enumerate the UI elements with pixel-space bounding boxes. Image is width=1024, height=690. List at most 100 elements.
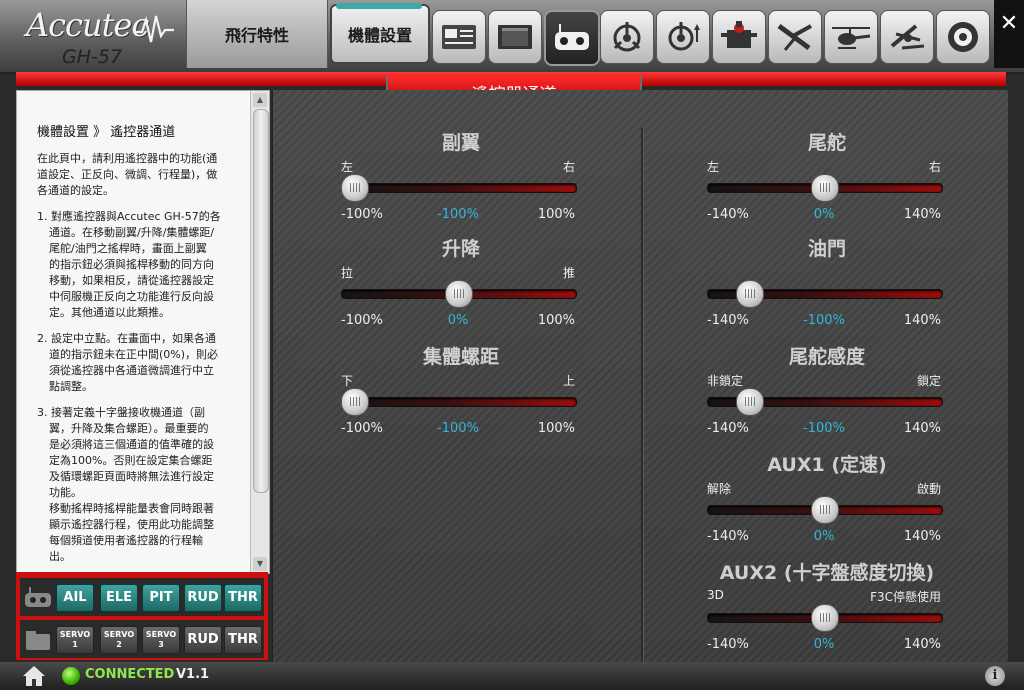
help-line: 各通道的設定。 (37, 184, 114, 197)
scroll-thumb[interactable] (253, 109, 269, 493)
scroll-up-icon[interactable]: ▲ (253, 93, 267, 107)
right-label: 右 (562, 160, 575, 174)
accutec-logo: Accutec GH-57 (10, 4, 180, 68)
max-value: 100% (537, 421, 575, 436)
right-label: 上 (562, 374, 575, 388)
servo-icon[interactable] (712, 10, 766, 64)
output-button-servo1[interactable]: SERVO 1 (56, 626, 94, 654)
control-aux1: AUX1 (定速) 解除 啟動 -140% 0% 140% (707, 450, 947, 550)
output-button-label: THR (228, 632, 258, 647)
output-button-number: 1 (72, 640, 78, 649)
max-value: 140% (903, 313, 941, 328)
connection-indicator (62, 667, 80, 685)
right-label: 右 (928, 160, 941, 174)
left-label: 下 (341, 374, 354, 388)
slider-knob[interactable] (445, 280, 473, 308)
help-item-1: 1. 對應遙控器與Accutec GH-57的各 通道。在移動副翼/升降/集體螺距… (37, 209, 247, 321)
screen-icon[interactable] (488, 10, 542, 64)
tab-body-setup-label: 機體設置 (347, 26, 412, 45)
transmitter-icon[interactable] (544, 10, 600, 66)
control-gyro-gain: 尾舵感度 非鎖定 鎖定 -140% -100% 140% (707, 342, 947, 442)
right-label: F3C停懸使用 (870, 590, 941, 604)
monitor-card-icon[interactable] (432, 10, 486, 64)
help-item-2: 2. 設定中立點。在畫面中，如果各通 道的指示鈕未在正中間(0%)，則必 須從遙控器… (37, 331, 247, 395)
help-panel: 機體設置 》 遙控器通道 在此頁中，請利用遙控器中的功能(通 道設定、正反向、微調… (16, 90, 270, 574)
help-line: 每個頻道使用者遙控器的行程輸 (49, 534, 203, 547)
swash-limit-icon[interactable] (656, 10, 710, 64)
help-line: 及循環螺距頁面時將無法進行設定 (49, 470, 214, 483)
channel-button-ail[interactable]: AIL (56, 584, 94, 612)
control-throttle: 油門 -140% -100% 140% (707, 234, 947, 334)
control-title: AUX1 (定速) (767, 454, 887, 476)
slider-knob[interactable] (811, 604, 839, 632)
receiver-small-icon (26, 631, 50, 650)
control-elevator: 升降拉推 -100% 0% 100% (341, 234, 581, 334)
help-line: 須從遙控器中各通道微調進行中立 (49, 364, 214, 377)
output-button-number: 3 (158, 640, 164, 649)
status-bar: CONNECTED V1.1 i (0, 662, 1024, 690)
control-title: AUX2 (十字盤感度切換) (719, 562, 935, 584)
gyro-heli-icon[interactable] (880, 10, 934, 64)
output-button-servo2[interactable]: SERVO 2 (100, 626, 138, 654)
output-button-servo3[interactable]: SERVO 3 (142, 626, 180, 654)
tab-flight-characteristics[interactable]: 飛行特性 (186, 0, 328, 68)
max-value: 100% (537, 313, 575, 328)
left-label: 3D (707, 588, 724, 602)
channel-monitor-area: 副翼左右 -100% -100% 100% 升降拉推 -100% 0% 100% 集體螺距下上 -… (272, 90, 1008, 662)
heartbeat-logo-icon (134, 15, 174, 43)
help-intro: 在此頁中，請利用遙控器中的功能(通 道設定、正反向、微調、行程量)，做 各通道的設定… (37, 151, 247, 199)
transmitter-small-icon (25, 587, 51, 607)
tail-rotor-icon[interactable] (768, 10, 822, 64)
control-aux2: AUX2 (十字盤感度切換) 3D F3C停懸使用 -140% 0% 140% (707, 558, 947, 658)
slider-knob[interactable] (341, 174, 369, 202)
slider-knob[interactable] (736, 388, 765, 416)
left-label: 拉 (341, 266, 354, 280)
slider-knob[interactable] (811, 496, 839, 524)
help-content: 機體設置 》 遙控器通道 在此頁中，請利用遙控器中的功能(通 道設定、正反向、微調… (17, 91, 249, 573)
firmware-version: V1.1 (176, 667, 210, 682)
control-title: 尾舵感度 (788, 346, 865, 368)
help-title: 機體設置 》 遙控器通道 (37, 125, 176, 140)
max-value: 100% (537, 207, 575, 222)
channel-button-pit[interactable]: PIT (142, 584, 180, 612)
tab-body-setup[interactable]: 機體設置 (330, 3, 430, 64)
control-rudder: 尾舵左右 -140% 0% 140% (707, 128, 947, 228)
output-button-thr[interactable]: THR (224, 626, 262, 654)
channel-button-ele[interactable]: ELE (100, 584, 138, 612)
help-line: 在此頁中，請利用遙控器中的功能(通 (37, 152, 218, 165)
slider-knob[interactable] (736, 280, 765, 308)
help-line: 移動搖桿時搖桿能量表會同時跟著 (49, 502, 214, 515)
scroll-down-icon[interactable]: ▼ (253, 557, 267, 571)
help-item-3: 3. 接著定義十字盤接收機通道（副 翼，升降及集合螺距）。最重要的 是必須將這三個通… (37, 405, 247, 565)
output-button-rud[interactable]: RUD (184, 626, 222, 654)
help-line: 道設定、正反向、微調、行程量)，做 (37, 168, 218, 181)
left-label: 左 (707, 160, 720, 174)
slider-knob[interactable] (341, 388, 369, 416)
control-collective: 集體螺距下上 -100% -100% 100% (341, 342, 581, 442)
slider-knob[interactable] (811, 174, 839, 202)
slider-track (341, 397, 577, 407)
help-line: 定為100%。否則在設定集合螺距 (49, 454, 213, 467)
info-icon[interactable]: i (985, 666, 1005, 686)
right-label: 啟動 (916, 482, 941, 496)
close-button[interactable]: ✕ (994, 0, 1024, 68)
app-window: Accutec GH-57 飛行特性 機體設置 ✕ 機體設置 》 遙控器通道 在… (0, 0, 1024, 690)
channel-panel: AIL ELE PIT RUD THR SERVO 1 SERVO 2 SERVO 3 RUD THR (16, 572, 268, 660)
help-line: 中伺服機正反向之功能進行反向設 (49, 290, 214, 303)
swashplate-icon[interactable] (600, 10, 654, 64)
help-line: 尾舵/油門之搖桿時，畫面上副翼 (49, 242, 207, 255)
control-title: 尾舵 (807, 132, 846, 154)
disc-icon[interactable] (936, 10, 990, 64)
help-scrollbar[interactable]: ▲ ▼ (250, 91, 269, 573)
help-line: 1. 對應遙控器與Accutec GH-57的各 (37, 210, 221, 223)
model-name: GH-57 (62, 46, 123, 68)
right-label: 鎖定 (916, 374, 941, 388)
help-line: 的指示鈕必須與搖桿移動的同方向 (49, 258, 214, 271)
output-button-label: SERVO (145, 630, 177, 639)
control-title: 升降 (441, 238, 480, 260)
channel-button-rud[interactable]: RUD (184, 584, 222, 612)
helicopter-icon[interactable] (824, 10, 878, 64)
home-icon[interactable] (22, 665, 46, 687)
column-divider (641, 128, 644, 662)
channel-button-thr[interactable]: THR (224, 584, 262, 612)
